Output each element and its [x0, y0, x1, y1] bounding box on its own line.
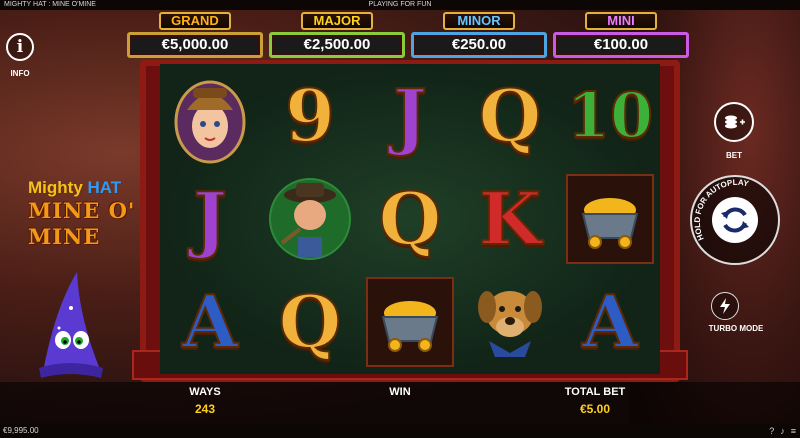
symbol-gold-cart — [560, 167, 660, 270]
symbol-gold-cart — [360, 270, 460, 373]
jackpot-major: MAJOR €2,500.00 — [269, 12, 405, 58]
status-bar: €9,995.00 ? ♪ ≡ — [0, 424, 800, 438]
symbol-miner-woman — [160, 64, 260, 167]
total-bet-value: €5.00 — [579, 402, 611, 416]
symbol-text: K — [478, 175, 543, 262]
info-bar: WAYS 243 WIN TOTAL BET €5.00 — [0, 382, 800, 424]
ways-value: 243 — [194, 402, 216, 416]
jackpot-minor: MINOR €250.00 — [411, 12, 547, 58]
logo-line-2: MINE O' — [28, 198, 136, 223]
symbol-text: Q — [278, 278, 343, 365]
sound-icon[interactable]: ♪ — [780, 424, 785, 438]
play-mode: PLAYING FOR FUN — [368, 1, 432, 8]
symbol-text: 9 — [284, 72, 336, 159]
symbol-a: A — [160, 270, 260, 373]
symbol-text: J — [392, 72, 428, 159]
symbol-text: Q — [478, 72, 543, 159]
jackpot-label: MAJOR — [301, 12, 373, 30]
symbol-a: A — [560, 270, 660, 373]
symbol-q: Q — [260, 270, 360, 373]
logo-line-1: Mighty HAT — [28, 178, 140, 198]
symbol-q: Q — [360, 167, 460, 270]
bet-label: BET — [726, 151, 742, 160]
symbol-dog — [460, 270, 560, 373]
menu-icon[interactable]: ≡ — [791, 424, 796, 438]
info-label: INFO — [10, 69, 30, 78]
symbol-text: A — [581, 278, 639, 365]
symbol-k: K — [460, 167, 560, 270]
win-label: WIN — [389, 386, 411, 398]
jackpot-label: GRAND — [159, 12, 231, 30]
jackpot-value: €100.00 — [553, 32, 689, 58]
turbo-label: TURBO MODE — [708, 324, 764, 333]
symbol-old-miner — [260, 167, 360, 270]
symbol-text: A — [181, 278, 239, 365]
ways-label: WAYS — [189, 386, 221, 398]
logo-hat: HAT — [87, 178, 122, 197]
symbol-j: J — [160, 167, 260, 270]
bet-button[interactable] — [714, 102, 754, 142]
jackpot-mini: MINI €100.00 — [553, 12, 689, 58]
info-icon[interactable]: i — [6, 33, 34, 61]
jackpot-grand: GRAND €5,000.00 — [127, 12, 263, 58]
symbol-text: 10 — [566, 78, 654, 153]
symbol-10: 10 — [560, 64, 660, 167]
symbol-9: 9 — [260, 64, 360, 167]
symbol-j: J — [360, 64, 460, 167]
game-logo: Mighty HAT MINE O' MINE — [28, 178, 140, 250]
jackpot-value: €250.00 — [411, 32, 547, 58]
help-icon[interactable]: ? — [769, 424, 774, 438]
top-bar: MIGHTY HAT : MINE O'MINE PLAYING FOR FUN — [0, 0, 800, 10]
lightning-icon — [720, 298, 730, 314]
logo-line-3: MINE — [28, 224, 101, 249]
wizard-hat-mascot-icon — [39, 272, 103, 378]
turbo-button[interactable] — [711, 292, 739, 320]
miner-woman-icon — [174, 80, 246, 163]
spin-icon — [712, 197, 758, 243]
symbol-text: Q — [378, 175, 443, 262]
total-bet-label: TOTAL BET — [564, 386, 626, 398]
gold-cart-icon — [566, 173, 654, 264]
symbol-text: J — [192, 175, 228, 262]
symbol-q: Q — [460, 64, 560, 167]
jackpot-label: MINOR — [443, 12, 515, 30]
reel-grid: 9 J Q 10 J Q K A Q A — [160, 64, 660, 374]
jackpot-value: €5,000.00 — [127, 32, 263, 58]
jackpot-label: MINI — [585, 12, 657, 30]
jackpot-value: €2,500.00 — [269, 32, 405, 58]
balance: €9,995.00 — [3, 426, 39, 435]
coins-icon — [725, 115, 745, 129]
spin-autoplay-button[interactable]: HOLD FOR AUTOPLAY — [690, 175, 780, 265]
gold-cart-icon — [366, 276, 454, 367]
dog-icon — [478, 290, 542, 357]
logo-mighty: Mighty — [28, 178, 83, 197]
old-miner-icon — [269, 177, 351, 260]
